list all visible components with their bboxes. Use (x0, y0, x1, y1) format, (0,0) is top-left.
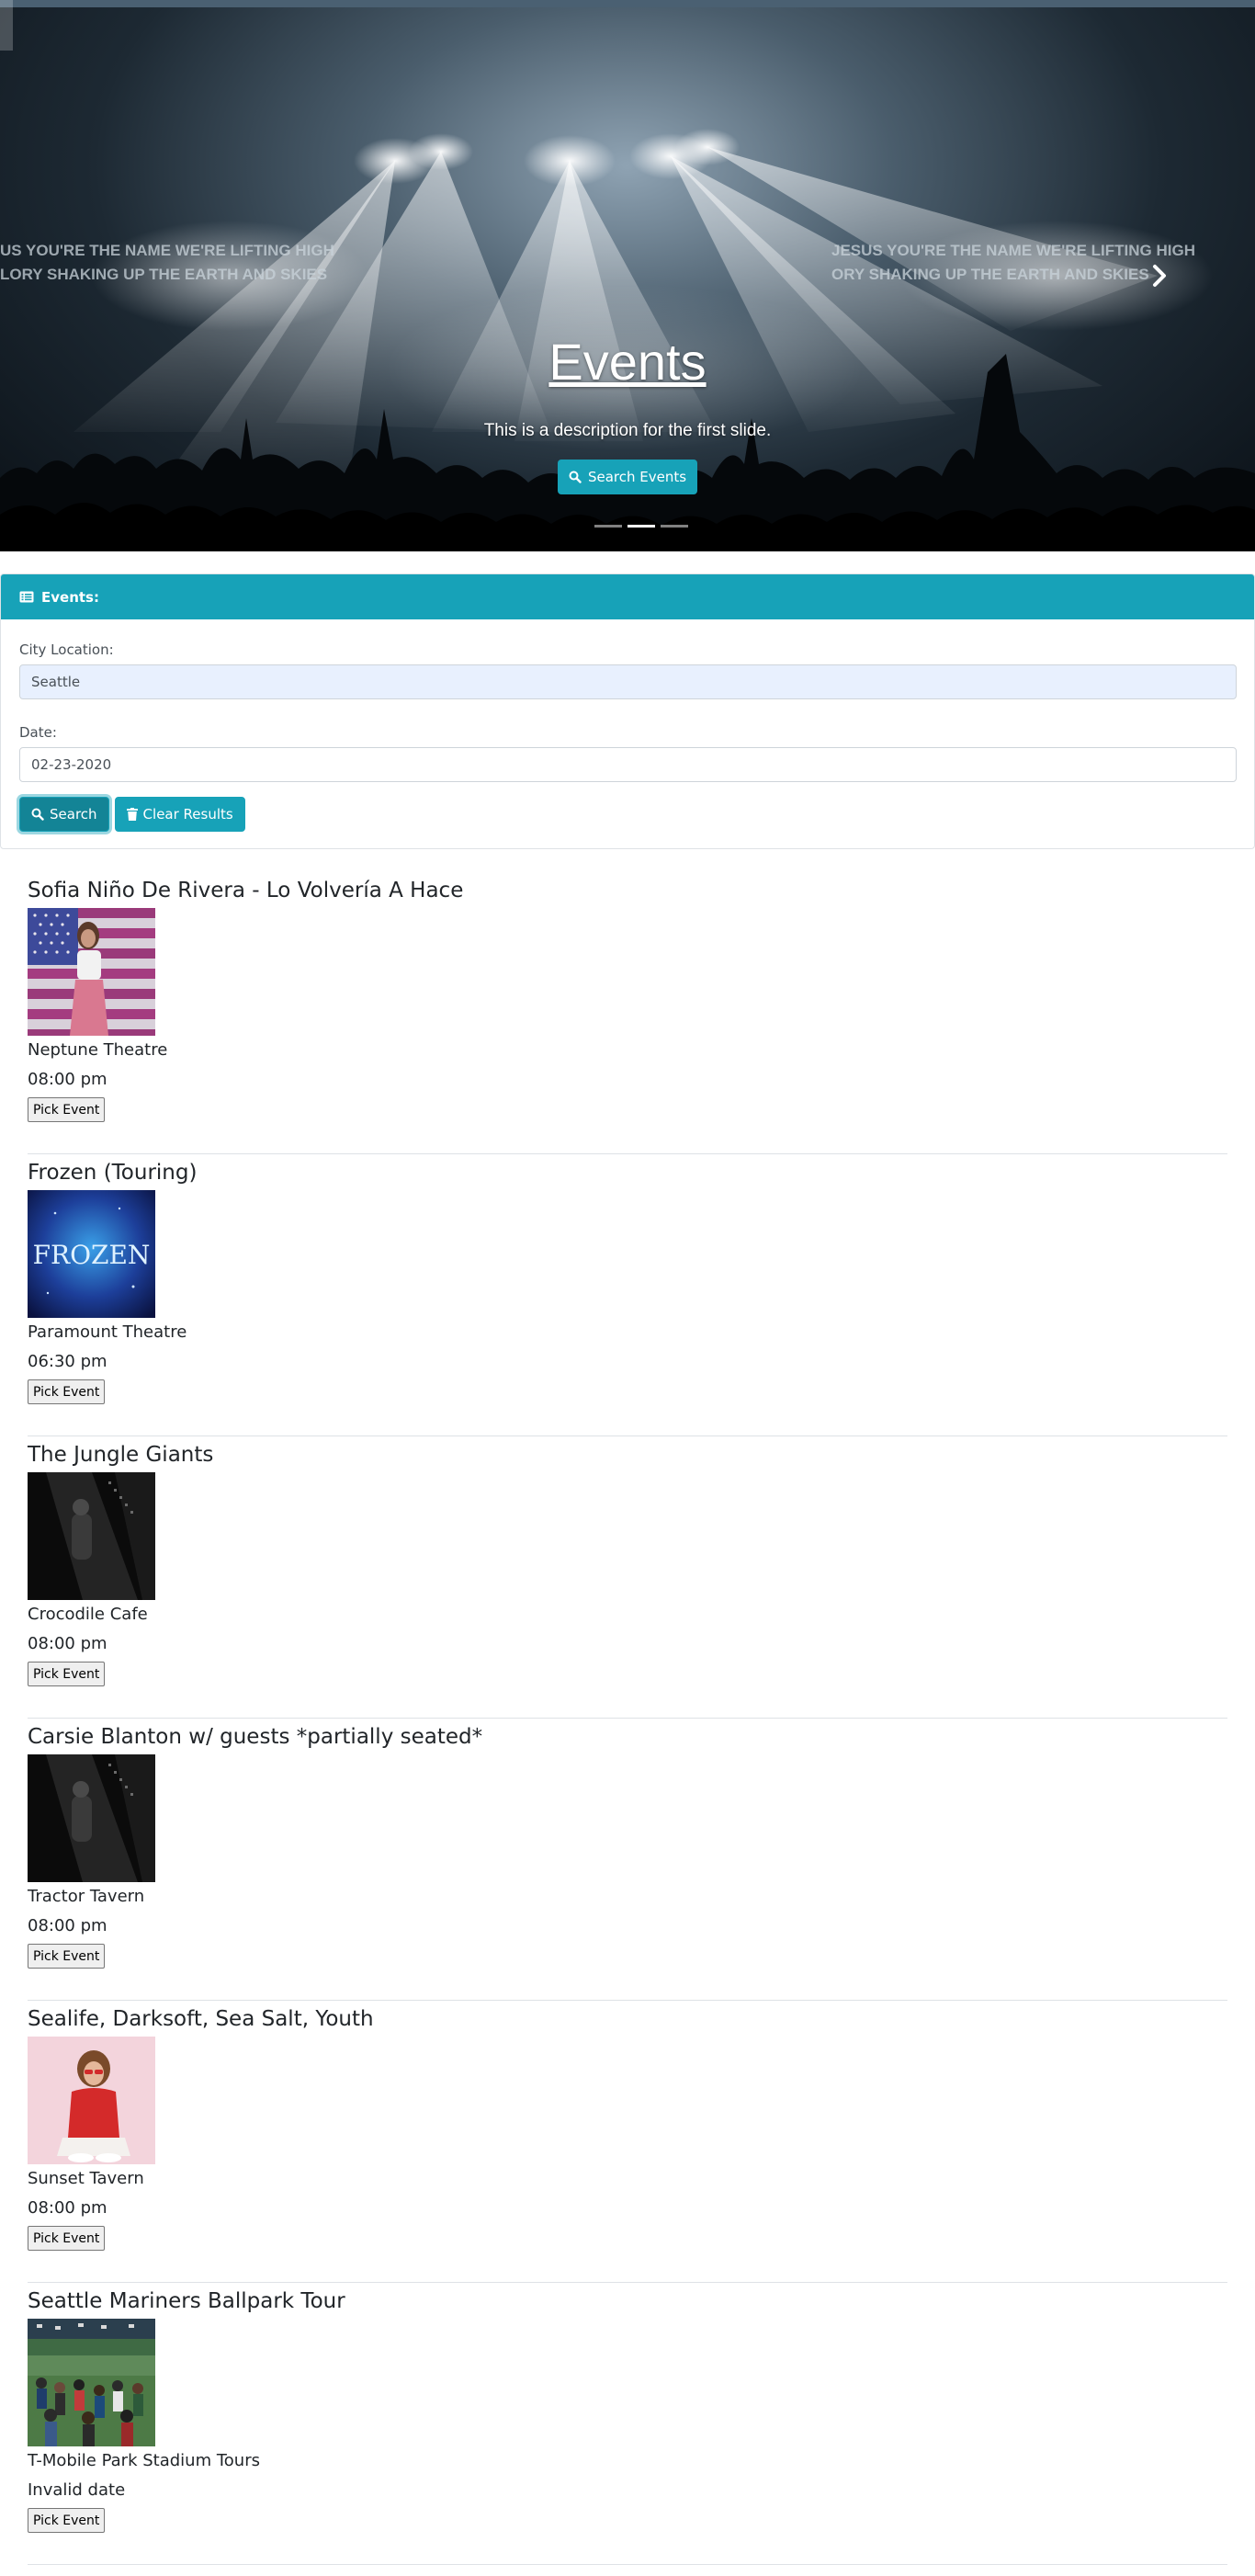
event-image (28, 2319, 155, 2446)
date-label: Date: (19, 724, 57, 741)
trash-icon (126, 808, 138, 821)
event-time: Invalid date (28, 2480, 126, 2500)
event-image (28, 1472, 155, 1600)
event-venue: Tractor Tavern (28, 1887, 145, 1906)
event-title: Seattle Mariners Ballpark Tour (28, 2289, 345, 2313)
search-button[interactable]: Search (19, 797, 109, 832)
search-icon (31, 808, 44, 821)
date-input[interactable]: 02-23-2020 (19, 747, 1237, 782)
event-venue: T-Mobile Park Stadium Tours (28, 2451, 260, 2470)
event-list: Sofia Niño De Rivera - Lo Volvería A Hac… (28, 872, 1227, 2565)
carousel-indicator-2[interactable] (628, 525, 655, 528)
event-item: Sealife, Darksoft, Sea Salt, Youth Sunse… (28, 2004, 1227, 2283)
hero-description: This is a description for the first slid… (483, 421, 772, 440)
event-venue: Neptune Theatre (28, 1040, 168, 1060)
event-time: 08:00 pm (28, 1634, 107, 1653)
event-venue: Sunset Tavern (28, 2169, 144, 2188)
carousel-indicator-3[interactable] (661, 525, 688, 528)
carousel-indicator-1[interactable] (594, 525, 622, 528)
search-button-label: Search (50, 806, 97, 823)
event-time: 08:00 pm (28, 2198, 107, 2218)
hero-banner-text-left-2: LORY SHAKING UP THE EARTH AND SKIES (0, 266, 327, 283)
hero-banner-text-right-2: ORY SHAKING UP THE EARTH AND SKIES (831, 266, 1149, 283)
city-label: City Location: (19, 641, 114, 658)
event-title: The Jungle Giants (28, 1443, 214, 1467)
pick-event-button[interactable]: Pick Event (28, 2508, 106, 2533)
hero-carousel: US YOU'RE THE NAME WE'RE LIFTING HIGH LO… (0, 0, 1255, 551)
event-venue: Crocodile Cafe (28, 1605, 148, 1624)
clear-results-button[interactable]: Clear Results (114, 797, 245, 832)
event-title: Frozen (Touring) (28, 1161, 198, 1185)
event-title: Carsie Blanton w/ guests *partially seat… (28, 1725, 483, 1749)
hero-banner-text-left: US YOU'RE THE NAME WE'RE LIFTING HIGH (0, 242, 334, 259)
event-image (28, 2037, 155, 2164)
carousel-prev-area[interactable] (0, 0, 13, 51)
date-input-value: 02-23-2020 (31, 756, 112, 773)
pick-event-button[interactable]: Pick Event (28, 1097, 106, 1122)
chevron-right-icon (1153, 265, 1166, 287)
event-venue: Paramount Theatre (28, 1322, 187, 1342)
list-alt-icon (19, 591, 34, 603)
event-image (28, 908, 155, 1036)
event-time: 08:00 pm (28, 1070, 107, 1089)
event-title: Sofia Niño De Rivera - Lo Volvería A Hac… (28, 879, 464, 902)
city-input[interactable]: Seattle (19, 664, 1237, 699)
event-item: The Jungle Giants Crocodile Cafe 08:00 p… (28, 1440, 1227, 1719)
hero-title: Events (548, 333, 707, 391)
search-icon (569, 471, 582, 483)
clear-results-label: Clear Results (142, 806, 233, 823)
frozen-poster-text: FROZEN (33, 1240, 151, 1270)
city-input-value: Seattle (31, 674, 81, 690)
event-time: 06:30 pm (28, 1352, 107, 1371)
card-header-title: Events: (41, 588, 99, 606)
search-events-label: Search Events (587, 469, 687, 485)
pick-event-button[interactable]: Pick Event (28, 1944, 106, 1969)
search-events-button[interactable]: Search Events (557, 460, 698, 494)
event-item: Sofia Niño De Rivera - Lo Volvería A Hac… (28, 876, 1227, 1154)
carousel-caption: Events This is a description for the fir… (0, 336, 1255, 494)
event-search-card: Events: City Location: Seattle Date: 02-… (0, 573, 1255, 849)
event-item: Seattle Mariners Ballpark Tour T-Mobile … (28, 2287, 1227, 2565)
event-time: 08:00 pm (28, 1916, 107, 1935)
pick-event-button[interactable]: Pick Event (28, 1379, 106, 1404)
carousel-next-button[interactable] (1139, 248, 1180, 303)
pick-event-button[interactable]: Pick Event (28, 1662, 106, 1686)
event-item: Frozen (Touring) FROZEN Paramount Theatr… (28, 1158, 1227, 1436)
event-image: FROZEN (28, 1190, 155, 1318)
event-item: Carsie Blanton w/ guests *partially seat… (28, 1722, 1227, 2001)
pick-event-button[interactable]: Pick Event (28, 2226, 106, 2251)
carousel-indicators (594, 525, 688, 528)
event-title: Sealife, Darksoft, Sea Salt, Youth (28, 2007, 374, 2031)
event-image (28, 1754, 155, 1882)
card-header: Events: (1, 574, 1254, 619)
